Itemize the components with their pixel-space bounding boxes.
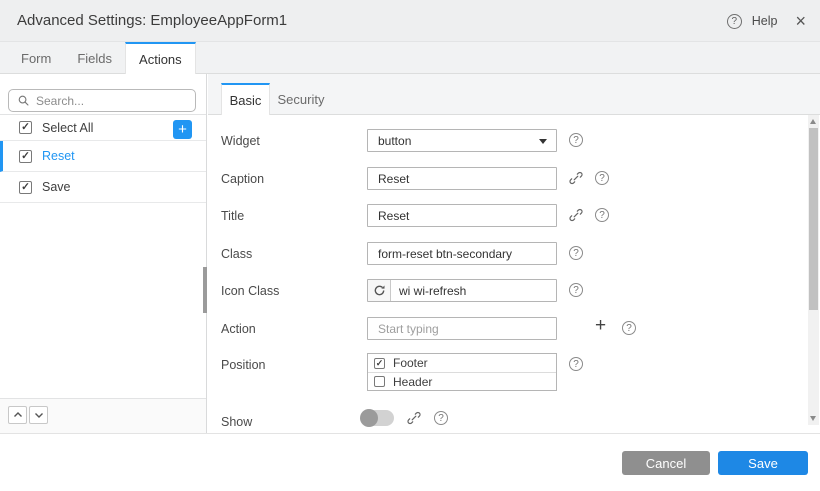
caption-input[interactable]: [367, 167, 557, 190]
footer-option-label: Footer: [393, 356, 428, 370]
widget-select[interactable]: button: [367, 129, 557, 152]
help-link[interactable]: Help: [752, 14, 778, 28]
search-icon: [17, 94, 30, 107]
caption-label: Caption: [221, 172, 264, 186]
refresh-icon: [373, 284, 386, 297]
position-help-icon[interactable]: [569, 357, 583, 371]
move-up-button[interactable]: [8, 406, 27, 424]
position-option-header[interactable]: Header: [368, 372, 556, 390]
tab-form[interactable]: Form: [8, 42, 64, 74]
class-help-icon[interactable]: [569, 246, 583, 260]
titlebar-actions: Help: [727, 0, 806, 42]
class-label: Class: [221, 247, 252, 261]
action-help-icon[interactable]: [622, 321, 636, 335]
icon-class-help-icon[interactable]: [569, 283, 583, 297]
show-help-icon[interactable]: [434, 411, 448, 425]
tab-actions[interactable]: Actions: [125, 42, 196, 75]
cancel-button[interactable]: Cancel: [622, 451, 710, 475]
dropdown-caret-icon: [539, 139, 547, 144]
title-help-icon[interactable]: [595, 208, 609, 222]
panel-scrollbar[interactable]: [808, 115, 819, 425]
caption-bind-link-icon[interactable]: [569, 171, 583, 185]
tab-fields[interactable]: Fields: [64, 42, 125, 74]
dialog-tab-bar: Form Fields Actions: [0, 42, 820, 74]
panel-tab-bar: Basic Security: [208, 74, 820, 115]
position-option-footer[interactable]: Footer: [368, 354, 556, 372]
help-icon[interactable]: [727, 14, 742, 29]
basic-settings-form: Widget button Caption Title: [208, 115, 820, 433]
move-down-button[interactable]: [29, 406, 48, 424]
show-control: [361, 410, 448, 426]
title-bind-link-icon[interactable]: [569, 208, 583, 222]
add-action-button[interactable]: [173, 120, 192, 139]
search-box[interactable]: [8, 89, 196, 112]
widget-field-row: Widget button: [208, 129, 820, 152]
scroll-up-icon[interactable]: [810, 119, 816, 124]
save-item-label: Save: [42, 180, 71, 194]
widget-label: Widget: [221, 134, 260, 148]
select-all-label: Select All: [42, 121, 93, 135]
show-bind-link-icon[interactable]: [407, 411, 421, 425]
close-icon[interactable]: [795, 12, 806, 30]
dialog-title: Advanced Settings: EmployeeAppForm1: [17, 12, 287, 29]
widget-help-icon[interactable]: [569, 133, 583, 147]
icon-class-control: [367, 279, 557, 302]
header-option-label: Header: [393, 375, 432, 389]
search-input[interactable]: [36, 94, 187, 108]
select-all-checkbox[interactable]: [19, 121, 32, 134]
footer-checkbox[interactable]: [374, 358, 385, 369]
widget-select-value: button: [378, 134, 411, 148]
action-input[interactable]: [367, 317, 557, 340]
icon-preview-button[interactable]: [368, 280, 391, 301]
sidebar-item-reset[interactable]: Reset: [0, 141, 206, 172]
save-checkbox[interactable]: [19, 181, 32, 194]
save-button[interactable]: Save: [718, 451, 808, 475]
settings-panel: Basic Security Widget button Caption: [208, 74, 820, 433]
toggle-knob-icon: [360, 409, 378, 427]
caption-help-icon[interactable]: [595, 171, 609, 185]
chevron-down-icon: [33, 409, 45, 421]
icon-class-label: Icon Class: [221, 284, 279, 298]
advanced-settings-dialog: Advanced Settings: EmployeeAppForm1 Help…: [0, 0, 820, 491]
dialog-body: Select All Reset Save: [0, 74, 820, 433]
sidebar-search-area: [0, 74, 206, 115]
icon-class-input[interactable]: [391, 280, 556, 301]
add-action-handler-icon[interactable]: [595, 319, 606, 333]
reset-checkbox[interactable]: [19, 150, 32, 163]
dialog-footer: Cancel Save: [0, 433, 820, 491]
show-toggle[interactable]: [361, 410, 394, 426]
position-options: Footer Header: [367, 353, 557, 391]
sidebar-reorder-bar: [0, 398, 206, 433]
title-bar: Advanced Settings: EmployeeAppForm1 Help: [0, 0, 820, 42]
position-label: Position: [221, 358, 265, 372]
tab-security[interactable]: Security: [270, 84, 332, 115]
class-input[interactable]: [367, 242, 557, 265]
title-input[interactable]: [367, 204, 557, 227]
scrollbar-thumb[interactable]: [809, 128, 818, 310]
actions-sidebar: Select All Reset Save: [0, 74, 207, 433]
sidebar-item-save[interactable]: Save: [0, 172, 206, 203]
show-label: Show: [221, 415, 252, 429]
scroll-down-icon[interactable]: [810, 416, 816, 421]
chevron-up-icon: [12, 409, 24, 421]
title-label: Title: [221, 209, 244, 223]
action-label: Action: [221, 322, 256, 336]
header-checkbox[interactable]: [374, 376, 385, 387]
tab-basic[interactable]: Basic: [221, 83, 270, 116]
sidebar-resize-handle[interactable]: [203, 267, 207, 313]
reset-item-label: Reset: [42, 149, 75, 163]
